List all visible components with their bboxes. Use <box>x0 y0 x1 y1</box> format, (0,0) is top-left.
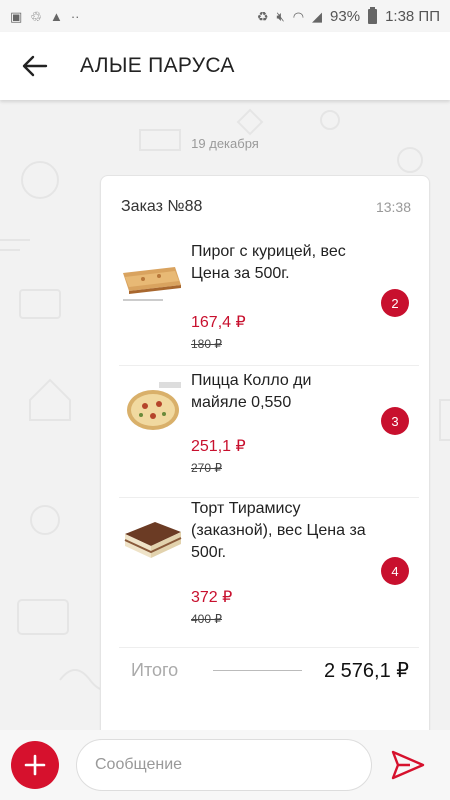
item-price: 372 ₽ <box>191 589 233 606</box>
item-name: Торт Тирамису (заказной), вес Цена за 50… <box>191 500 366 561</box>
chat-area[interactable]: 19 декабря Заказ №88 13:38 Пирог с куриц… <box>0 100 450 730</box>
item-name: Пицца Колло ди майяле 0,550 <box>191 372 312 411</box>
quantity-badge: 4 <box>381 557 409 585</box>
sync-icon: ♲ <box>30 8 42 24</box>
item-price: 251,1 ₽ <box>191 438 246 455</box>
add-attachment-button[interactable] <box>11 741 59 789</box>
signal-icon: ◢ <box>312 8 323 24</box>
image-icon: ▣ <box>10 8 23 24</box>
total-label: Итого <box>131 660 179 680</box>
order-header: Заказ №88 13:38 <box>121 198 411 216</box>
pizza-image <box>119 380 185 436</box>
item-price: 167,4 ₽ <box>191 314 246 331</box>
order-title: Заказ №88 <box>121 198 203 215</box>
recycle-icon: ♻ <box>256 8 269 24</box>
mute-icon: 🔇︎ <box>276 8 285 24</box>
item-old-price: 400 ₽ <box>191 612 222 626</box>
chat-title: АЛЫЕ ПАРУСА <box>80 54 235 77</box>
order-message-card[interactable]: Заказ №88 13:38 Пирог с курицей, вес Цен… <box>100 175 430 730</box>
order-item[interactable]: Торт Тирамису (заказной), вес Цена за 50… <box>119 498 419 648</box>
tiramisu-cake-image <box>119 510 185 566</box>
chicken-pie-image <box>119 251 185 307</box>
message-input[interactable] <box>76 739 372 791</box>
battery-icon <box>368 6 378 24</box>
battery-percent: 93% <box>330 7 361 25</box>
item-old-price: 180 ₽ <box>191 337 222 351</box>
total-value: 2 576,1 ₽ <box>323 660 409 682</box>
order-total: Итого 2 576,1 ₽ <box>131 658 409 683</box>
order-item[interactable]: Пицца Колло ди майяле 0,550 251,1 ₽ 270 … <box>119 370 419 498</box>
message-time: 13:38 <box>375 199 411 215</box>
clock: 1:38 ПП <box>385 7 440 25</box>
notification-icons: ▣ ♲ ▲ ·· <box>10 10 80 23</box>
send-icon <box>391 750 425 780</box>
item-old-price: 270 ₽ <box>191 461 222 475</box>
quantity-badge: 2 <box>381 289 409 317</box>
order-item[interactable]: Пирог с курицей, вес Цена за 500г. 167,4… <box>119 241 419 366</box>
quantity-badge: 3 <box>381 407 409 435</box>
arrow-left-icon <box>22 55 48 77</box>
more-dots-icon: ·· <box>70 8 80 24</box>
system-icons: ♻ 🔇︎ ◠ ◢ 93% 1:38 ПП <box>256 6 440 25</box>
item-name: Пирог с курицей, вес Цена за 500г. <box>191 243 346 282</box>
send-button[interactable] <box>388 745 428 785</box>
plus-icon <box>24 754 46 776</box>
message-composer <box>0 730 450 800</box>
app-bar: АЛЫЕ ПАРУСА <box>0 32 450 100</box>
warning-icon: ▲ <box>49 8 63 24</box>
back-button[interactable] <box>0 32 70 100</box>
total-divider <box>213 670 302 671</box>
wifi-icon: ◠ <box>292 8 305 24</box>
status-bar: ▣ ♲ ▲ ·· ♻ 🔇︎ ◠ ◢ 93% 1:38 ПП <box>0 0 450 32</box>
date-separator: 19 декабря <box>191 136 259 151</box>
